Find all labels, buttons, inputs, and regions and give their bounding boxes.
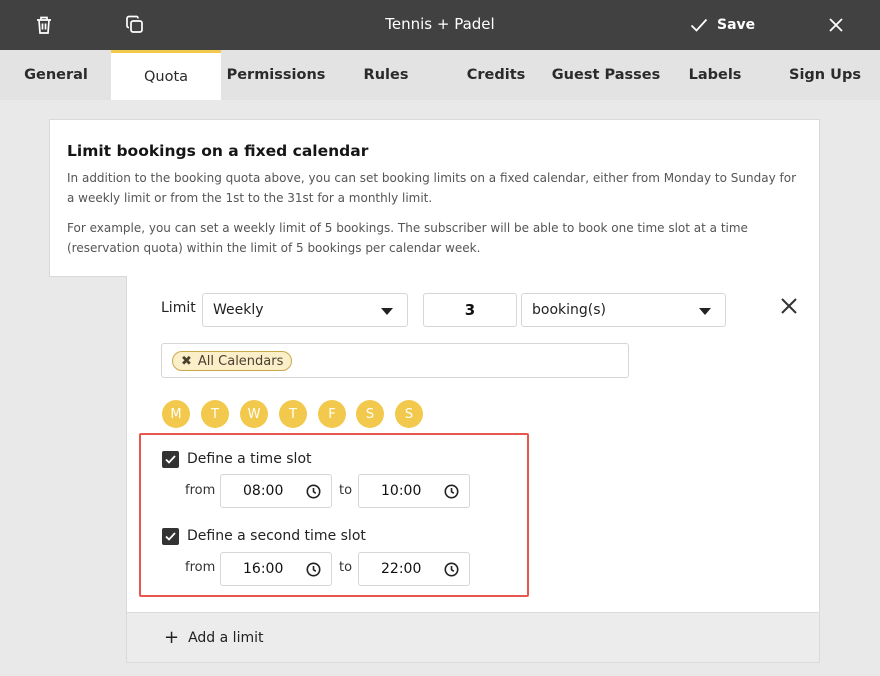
limit-card: Limit Weekly 3 booking(s) ✖ All Calendar…	[126, 276, 820, 612]
save-button[interactable]: Save	[690, 13, 755, 37]
tab-permissions[interactable]: Permissions	[221, 50, 331, 100]
tab-guest-passes[interactable]: Guest Passes	[551, 50, 661, 100]
info-paragraph-2: For example, you can set a weekly limit …	[67, 221, 748, 255]
period-value: Weekly	[213, 302, 264, 318]
section-heading: Limit bookings on a fixed calendar	[67, 142, 369, 160]
check-icon	[165, 532, 176, 541]
to-label: to	[339, 560, 353, 575]
tab-bar: General Quota Permissions Rules Credits …	[0, 50, 880, 100]
tab-rules[interactable]: Rules	[331, 50, 441, 100]
day-friday[interactable]: F	[318, 400, 346, 428]
duplicate-icon[interactable]	[123, 13, 147, 37]
remove-limit-icon[interactable]	[778, 295, 800, 317]
day-tuesday[interactable]: T	[201, 400, 229, 428]
unit-value: booking(s)	[532, 302, 606, 318]
clock-icon[interactable]	[444, 484, 459, 499]
from-label: from	[185, 560, 216, 575]
top-toolbar: Tennis + Padel Save	[0, 0, 880, 50]
trash-icon[interactable]	[32, 13, 56, 37]
slot2-from-value: 16:00	[243, 561, 284, 577]
slot1-to-value: 10:00	[381, 483, 422, 499]
close-icon[interactable]	[824, 13, 848, 37]
from-label: from	[185, 483, 216, 498]
plus-icon: +	[164, 626, 180, 648]
slot1-to-time-input[interactable]: 10:00	[358, 474, 470, 508]
day-sunday[interactable]: S	[395, 400, 423, 428]
check-icon	[165, 455, 176, 464]
calendar-multiselect[interactable]: ✖ All Calendars	[161, 343, 629, 378]
time-slot-checkbox[interactable]	[162, 451, 179, 468]
remove-chip-icon[interactable]: ✖	[181, 354, 192, 369]
chevron-down-icon	[381, 308, 393, 315]
slot1-from-value: 08:00	[243, 483, 284, 499]
day-wednesday[interactable]: W	[240, 400, 268, 428]
slot1-from-time-input[interactable]: 08:00	[220, 474, 332, 508]
slot2-to-value: 22:00	[381, 561, 422, 577]
tab-general[interactable]: General	[1, 50, 111, 100]
tab-credits[interactable]: Credits	[441, 50, 551, 100]
day-saturday[interactable]: S	[356, 400, 384, 428]
save-label: Save	[717, 17, 756, 33]
check-icon	[690, 18, 708, 32]
tab-labels[interactable]: Labels	[660, 50, 770, 100]
info-card: Limit bookings on a fixed calendar In ad…	[49, 119, 820, 277]
calendar-chip-label: All Calendars	[197, 353, 284, 369]
add-limit-label: Add a limit	[188, 629, 264, 646]
calendar-chip: ✖ All Calendars	[172, 351, 293, 371]
content-area: Limit bookings on a fixed calendar In ad…	[0, 100, 880, 676]
chevron-down-icon	[699, 308, 711, 315]
slot2-to-time-input[interactable]: 22:00	[358, 552, 470, 586]
tab-sign-ups[interactable]: Sign Ups	[770, 50, 880, 100]
period-select[interactable]: Weekly	[202, 293, 408, 327]
second-time-slot-checkbox[interactable]	[162, 528, 179, 545]
second-time-slot-label: Define a second time slot	[187, 528, 366, 544]
day-thursday[interactable]: T	[279, 400, 307, 428]
slot2-from-time-input[interactable]: 16:00	[220, 552, 332, 586]
tab-quota[interactable]: Quota	[111, 50, 221, 100]
quantity-input[interactable]: 3	[423, 293, 517, 327]
clock-icon[interactable]	[306, 484, 321, 499]
time-slot-label: Define a time slot	[187, 451, 312, 467]
info-paragraph-1: In addition to the booking quota above, …	[67, 171, 797, 205]
clock-icon[interactable]	[444, 562, 459, 577]
add-limit-button[interactable]: + Add a limit	[126, 612, 820, 663]
unit-select[interactable]: booking(s)	[521, 293, 726, 327]
day-monday[interactable]: M	[162, 400, 190, 428]
limit-label: Limit	[161, 300, 196, 316]
clock-icon[interactable]	[306, 562, 321, 577]
to-label: to	[339, 483, 353, 498]
